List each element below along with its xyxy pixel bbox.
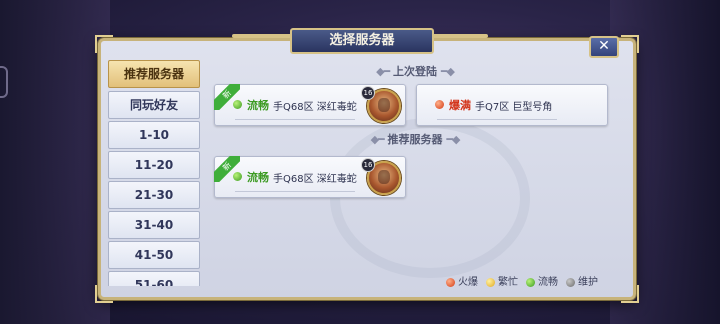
server-status: 流畅 [247, 171, 269, 184]
divider [235, 191, 355, 192]
panel-corner-ornament [95, 285, 113, 303]
sidebar-item-41-50[interactable]: 41-50 [108, 241, 200, 269]
divider [437, 119, 557, 120]
section-divider-icon: ◆━ [376, 65, 390, 78]
sidebar-item-recommended[interactable]: 推荐服务器 [108, 60, 200, 88]
divider [235, 119, 355, 120]
character-level-badge: 16 [361, 86, 375, 100]
yellow-dot-icon [486, 278, 495, 287]
section-header-last-login: ◆━ 上次登陆 ━◆ [315, 64, 515, 80]
section-divider-icon: ━◆ [440, 65, 455, 78]
title-wing-ornament [428, 34, 488, 38]
red-dot-icon [446, 278, 455, 287]
sidebar-item-friends[interactable]: 同玩好友 [108, 91, 200, 119]
server-list-area: ◆━ 上次登陆 ━◆ 新 流畅 手Q68区 深红毒蛇 16 爆满 手Q7区 巨型… [210, 58, 620, 270]
sidebar-item-11-20[interactable]: 11-20 [108, 151, 200, 179]
sidebar-item-1-10[interactable]: 1-10 [108, 121, 200, 149]
server-category-sidebar: 推荐服务器 同玩好友 1-10 11-20 21-30 31-40 41-50 … [106, 58, 202, 286]
panel-corner-ornament [95, 35, 113, 53]
server-status: 流畅 [247, 99, 269, 112]
section-title: 推荐服务器 [387, 133, 443, 146]
close-icon: ✕ [598, 38, 610, 54]
section-title: 上次登陆 [393, 65, 437, 78]
server-card-last-1[interactable]: 新 流畅 手Q68区 深红毒蛇 16 [214, 84, 406, 126]
panel-corner-ornament [621, 285, 639, 303]
title-wing-ornament [232, 34, 292, 38]
close-button[interactable]: ✕ [589, 36, 619, 58]
server-card-recommended-1[interactable]: 新 流畅 手Q68区 深红毒蛇 16 [214, 156, 406, 198]
sidebar-item-31-40[interactable]: 31-40 [108, 211, 200, 239]
status-dot-icon [233, 172, 242, 181]
sidebar-item-21-30[interactable]: 21-30 [108, 181, 200, 209]
background-left [0, 0, 110, 324]
panel-corner-ornament [621, 35, 639, 53]
character-level-badge: 16 [361, 158, 375, 172]
green-dot-icon [526, 278, 535, 287]
side-drawer-handle[interactable] [0, 66, 8, 98]
server-name: 手Q68区 深红毒蛇 [273, 174, 357, 185]
status-dot-icon [233, 100, 242, 109]
section-divider-icon: ◆━ [370, 133, 385, 146]
section-divider-icon: ━◆ [446, 133, 460, 146]
section-header-recommended: ◆━ 推荐服务器 ━◆ [315, 132, 515, 148]
sidebar-item-51-60[interactable]: 51-60 [108, 271, 200, 286]
server-card-last-2[interactable]: 爆满 手Q7区 巨型号角 [416, 84, 608, 126]
dialog-title: 选择服务器 [290, 28, 434, 54]
gray-dot-icon [566, 278, 575, 287]
server-name: 手Q7区 巨型号角 [475, 102, 553, 113]
status-dot-icon [435, 100, 444, 109]
server-status: 爆满 [449, 99, 471, 112]
server-name: 手Q68区 深红毒蛇 [273, 102, 357, 113]
